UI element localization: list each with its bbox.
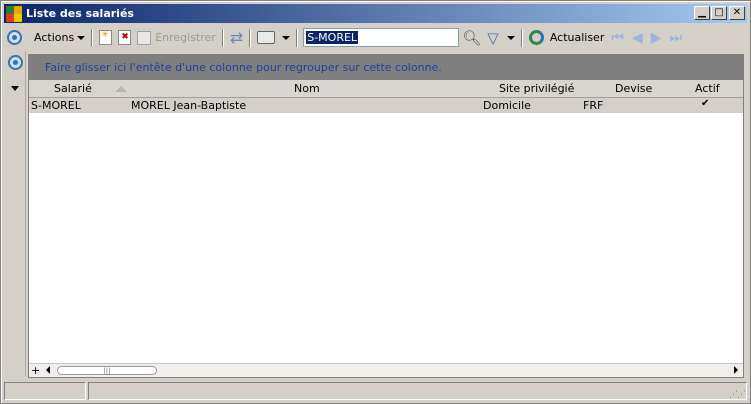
sync-button[interactable]: ⇄ (227, 27, 246, 49)
toolbar-separator (520, 28, 523, 47)
search-button[interactable]: 🔍︎ (459, 27, 484, 49)
column-header-nom[interactable]: Nom (294, 82, 320, 95)
circle-menu-icon (7, 30, 22, 45)
maximize-button[interactable]: □ (711, 6, 727, 20)
cell-site: Domicile (483, 99, 531, 112)
refresh-button[interactable]: Actualiser (526, 27, 608, 49)
header-row: Salarié Nom Site privilégié Devise Actif (29, 80, 743, 98)
resize-grip-icon[interactable]: ⋰⋰ (729, 390, 746, 400)
toolbar-separator (249, 28, 252, 47)
cell-devise: FRF (583, 99, 604, 112)
search-icon: 🔍︎ (462, 28, 482, 47)
main-window: Liste des salariés ▁ □ ✕ Actions Enregis… (0, 0, 751, 404)
chevron-down-icon[interactable] (11, 86, 19, 91)
first-icon[interactable]: ⏮ (611, 30, 624, 46)
add-icon[interactable]: + (31, 364, 40, 377)
print-icon (257, 31, 276, 44)
status-bar: ⋰⋰ (4, 382, 747, 402)
chevron-down-icon (282, 35, 291, 40)
save-button[interactable]: Enregistrer (134, 27, 219, 49)
cell-salarie: S-MOREL (31, 99, 81, 112)
search-input[interactable]: S-MOREL (303, 28, 460, 47)
scroll-thumb[interactable]: ||| (57, 366, 157, 375)
last-icon[interactable]: ⏭ (670, 30, 683, 46)
table-row[interactable]: S-MOREL MOREL Jean-Baptiste Domicile FRF… (29, 98, 743, 113)
scroll-right-icon[interactable] (734, 366, 738, 374)
window-controls: ▁ □ ✕ (693, 6, 745, 20)
data-grid: Faire glisser ici l'entête d'une colonne… (28, 54, 744, 378)
new-button[interactable] (96, 27, 115, 49)
chevron-down-icon (506, 35, 515, 40)
minimize-button[interactable]: ▁ (694, 6, 710, 20)
left-strip (4, 51, 26, 376)
column-header-devise[interactable]: Devise (615, 82, 652, 95)
sort-ascending-icon (115, 86, 127, 92)
circle-menu-icon[interactable] (8, 55, 23, 70)
app-icon (6, 5, 22, 22)
save-icon (137, 30, 152, 45)
filter-button[interactable]: ▽ (484, 27, 518, 49)
status-panel-left (4, 382, 86, 400)
status-panel-main (88, 382, 747, 400)
actions-menu-button[interactable]: Actions (31, 27, 88, 49)
delete-icon (118, 30, 132, 45)
reload-icon (528, 30, 544, 45)
scroll-left-icon[interactable] (46, 366, 50, 374)
group-panel[interactable]: Faire glisser ici l'entête d'une colonne… (29, 55, 743, 80)
search-value: S-MOREL (306, 31, 359, 44)
toolbar: Actions Enregistrer ⇄ S-MOREL 🔍︎ (4, 25, 747, 50)
cell-nom: MOREL Jean-Baptiste (131, 99, 247, 112)
next-icon[interactable]: ▶ (651, 30, 662, 46)
close-button[interactable]: ✕ (729, 6, 745, 20)
column-header-site[interactable]: Site privilégié (499, 82, 574, 95)
column-header-salarie[interactable]: Salarié (54, 82, 92, 95)
toolbar-separator (221, 28, 224, 47)
toolbar-separator (91, 28, 94, 47)
menu-circle-button[interactable] (4, 27, 25, 49)
save-label: Enregistrer (155, 31, 216, 44)
column-header-actif[interactable]: Actif (695, 82, 720, 95)
refresh-icon: ⇄ (229, 28, 244, 47)
prev-icon[interactable]: ◀ (632, 30, 643, 46)
print-button[interactable] (254, 27, 293, 49)
filter-icon: ▽ (487, 28, 499, 47)
new-icon (99, 30, 113, 45)
actions-label: Actions (34, 31, 75, 44)
title-bar[interactable]: Liste des salariés ▁ □ ✕ (4, 4, 747, 23)
refresh-label: Actualiser (549, 31, 605, 44)
window-title: Liste des salariés (26, 7, 134, 20)
check-icon: ✔ (701, 98, 710, 109)
toolbar-separator (296, 28, 299, 47)
horizontal-scrollbar[interactable]: + ||| (29, 363, 743, 377)
delete-button[interactable] (115, 27, 134, 49)
chevron-down-icon (77, 35, 86, 40)
